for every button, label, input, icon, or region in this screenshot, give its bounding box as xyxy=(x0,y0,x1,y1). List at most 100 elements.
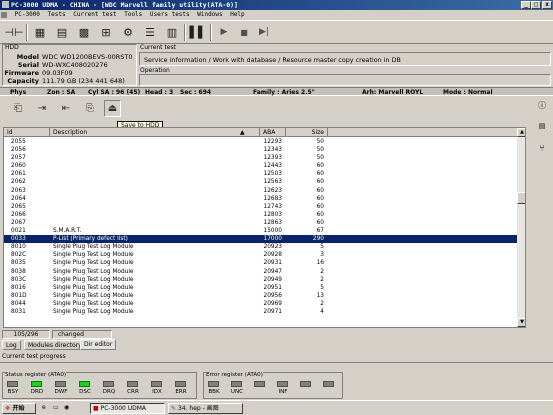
register-led xyxy=(79,381,90,387)
cell-description: Single Plug Test Log Module xyxy=(53,276,134,283)
current-test-value: Service information / Work with database… xyxy=(139,52,551,66)
register-led xyxy=(151,381,162,387)
write-module-icon[interactable]: ⇤ xyxy=(58,101,74,116)
flash-icon[interactable]: ⚙ xyxy=(120,24,136,40)
paint-app-icon: ✎ xyxy=(171,405,177,412)
cell-size: 60 xyxy=(316,171,324,178)
copy-module-icon[interactable]: ⎘ xyxy=(82,101,98,116)
table-row[interactable]: 8010 Single Plug Test Log Module 20923 5 xyxy=(4,243,517,251)
cell-id: 2056 xyxy=(11,147,26,154)
table-row[interactable]: 2067 12863 60 xyxy=(4,219,517,227)
app-icon xyxy=(2,1,9,8)
cell-aba: 20956 xyxy=(263,292,282,299)
column-header-id[interactable]: Id xyxy=(4,128,50,137)
cell-aba: 12683 xyxy=(263,195,282,202)
cell-aba: 20947 xyxy=(263,268,282,275)
table-row[interactable]: 2064 12683 60 xyxy=(4,195,517,203)
info-icon[interactable]: ⓘ xyxy=(534,100,550,111)
cell-description: Single Plug Test Log Module xyxy=(53,292,134,299)
task-pc3000[interactable]: ■ PC-3000 UDMA xyxy=(90,403,165,414)
table-row[interactable]: 2063 12623 60 xyxy=(4,187,517,195)
maximize-button[interactable]: □ xyxy=(531,1,541,9)
menu-windows[interactable]: Windows xyxy=(197,11,222,18)
pause-icon[interactable]: ▌▌ xyxy=(190,24,207,40)
close-button[interactable]: x xyxy=(542,1,552,9)
chip-icon[interactable]: ▩ xyxy=(76,24,92,40)
table-row[interactable]: 8035 Single Plug Test Log Module 20931 16 xyxy=(4,259,517,267)
table-row[interactable]: 8044 Single Plug Test Log Module 20969 2 xyxy=(4,300,517,308)
hdd-info-panel: HDD Model WDC WD1200BEVS-00RST0 Serial WD-… xyxy=(2,44,137,86)
stop-icon[interactable]: ■ xyxy=(236,24,252,40)
grid-icon[interactable]: ▥ xyxy=(164,24,180,40)
menu-tools[interactable]: Tools xyxy=(124,11,142,18)
cell-aba: 12293 xyxy=(263,139,282,145)
register-led-label: DSC xyxy=(79,389,91,395)
table-row[interactable]: 2065 12743 60 xyxy=(4,203,517,211)
log-icon[interactable]: ▤ xyxy=(534,122,550,130)
minimize-button[interactable]: _ xyxy=(521,1,531,9)
register-led xyxy=(127,381,138,387)
tab-log[interactable]: Log xyxy=(2,340,21,350)
tree-icon[interactable]: ⑂ xyxy=(534,144,550,154)
capacity-label: Capacity xyxy=(7,77,39,85)
table-row[interactable]: 8016 Single Plug Test Log Module 20951 5 xyxy=(4,284,517,292)
quick-launch-desktop-icon[interactable]: ▭ xyxy=(51,403,59,414)
cell-aba: 12623 xyxy=(263,187,282,194)
cell-size: 60 xyxy=(316,219,324,226)
table-row[interactable]: 803C Single Plug Test Log Module 20949 2 xyxy=(4,276,517,284)
menu-help[interactable]: Help xyxy=(230,11,244,18)
read-module-icon[interactable]: ⇥ xyxy=(34,101,50,116)
cell-id: 802C xyxy=(11,252,27,259)
quick-launch-media-icon[interactable]: ◉ xyxy=(62,403,70,414)
ide-icon[interactable]: ⊞ xyxy=(98,24,114,40)
vertical-scrollbar[interactable]: ▲ ▼ xyxy=(517,128,525,327)
save-to-hdd-icon[interactable]: ⏏ xyxy=(104,100,121,117)
table-row-selected[interactable]: ➤ 0033 P-List (Primary defect list) 17000 29… xyxy=(4,235,517,244)
quick-launch-ie-icon[interactable]: e xyxy=(40,403,48,414)
cell-size: 60 xyxy=(316,195,324,202)
database-icon[interactable]: ▤ xyxy=(54,24,70,40)
cell-size: 5 xyxy=(320,244,324,251)
register-led xyxy=(103,381,114,387)
divider xyxy=(0,362,553,363)
table-row[interactable]: 2055 12293 50 xyxy=(4,138,517,146)
table-row[interactable]: 2062 12563 60 xyxy=(4,178,517,186)
cell-aba: 12443 xyxy=(263,163,282,170)
start-button[interactable]: ❖ 开始 xyxy=(2,403,36,414)
table-row[interactable]: 8031 Single Plug Test Log Module 20971 4 xyxy=(4,308,517,316)
menu-tests[interactable]: Tests xyxy=(48,11,66,18)
menu-users-tests[interactable]: Users tests xyxy=(150,11,190,18)
table-row[interactable]: 8038 Single Plug Test Log Module 20947 2 xyxy=(4,268,517,276)
tab-dir-editor[interactable]: Dir editor xyxy=(80,339,117,350)
connect-icon[interactable]: ⊣⊢ xyxy=(4,24,23,40)
table-row[interactable]: 2061 12503 60 xyxy=(4,170,517,178)
column-header-aba[interactable]: ABA xyxy=(260,128,286,137)
table-row[interactable]: 2056 12343 50 xyxy=(4,146,517,154)
table-row[interactable]: 2057 12393 50 xyxy=(4,154,517,162)
column-header-size[interactable]: Size xyxy=(286,128,328,137)
menu-current-test[interactable]: Current test xyxy=(73,11,116,18)
table-row[interactable]: 802C Single Plug Test Log Module 20928 3 xyxy=(4,251,517,259)
column-header-description[interactable]: Description xyxy=(50,128,260,137)
cell-aba: 20969 xyxy=(263,300,282,307)
head-value: Head : 3 xyxy=(145,89,174,96)
cell-size: 2 xyxy=(320,300,324,307)
table-row[interactable]: 2060 12443 60 xyxy=(4,162,517,170)
table-row[interactable]: 0021 S.M.A.R.T. 15000 67 xyxy=(4,227,517,235)
task-pc3000-label: PC-3000 UDMA xyxy=(100,405,147,412)
step-icon[interactable]: ▶| xyxy=(256,24,272,40)
table-row[interactable]: 801D Single Plug Test Log Module 20956 13 xyxy=(4,292,517,300)
scroll-up-icon[interactable]: ▲ xyxy=(517,128,525,137)
menu-pc3000[interactable]: PC-3000 xyxy=(15,11,40,18)
drive-icon[interactable]: ▦ xyxy=(32,24,48,40)
scroll-down-icon[interactable]: ▼ xyxy=(517,318,525,327)
task-paint[interactable]: ✎ 34. hep - 画图 xyxy=(168,403,243,414)
register-led xyxy=(208,381,219,387)
layers-icon[interactable]: ☰ xyxy=(142,24,158,40)
windows-logo-icon: ❖ xyxy=(5,405,11,412)
table-row[interactable]: 2066 12803 60 xyxy=(4,211,517,219)
open-module-icon[interactable]: ⎗ xyxy=(10,101,26,116)
tab-modules-directory[interactable]: Modules directory xyxy=(24,340,86,350)
scroll-thumb[interactable] xyxy=(517,192,525,204)
play-icon[interactable]: ▶ xyxy=(216,24,232,40)
